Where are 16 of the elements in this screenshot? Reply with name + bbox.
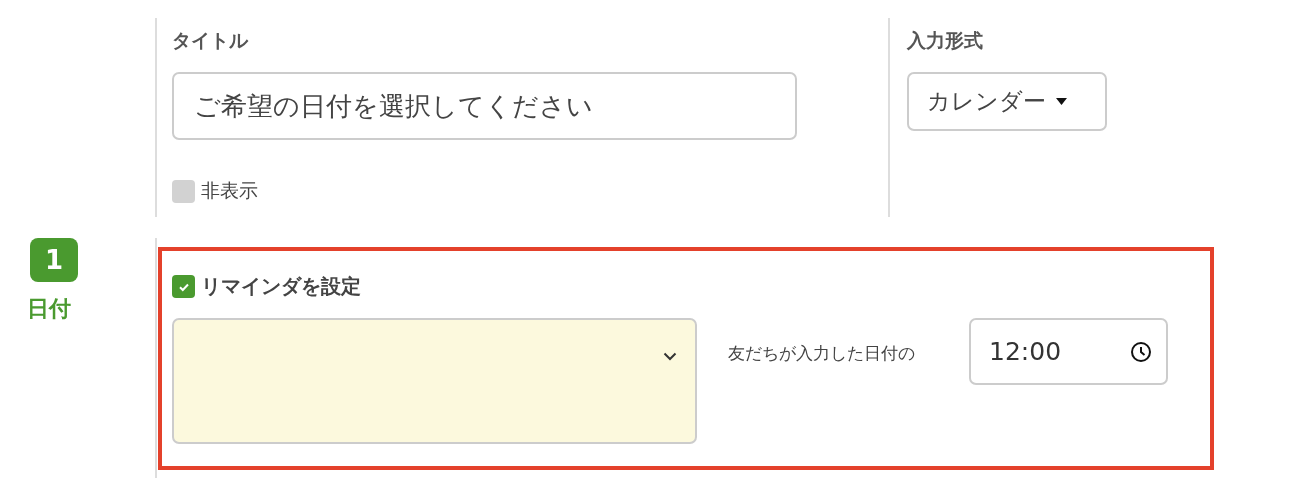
step-label: 日付 bbox=[27, 295, 71, 323]
field-label: タイトル bbox=[172, 28, 249, 52]
clock-icon bbox=[1130, 340, 1152, 363]
format-dropdown[interactable]: カレンダー bbox=[907, 72, 1107, 131]
checkbox-label: リマインダを設定 bbox=[201, 273, 361, 300]
checkbox[interactable] bbox=[172, 179, 195, 203]
checkbox-label: 非表示 bbox=[201, 178, 258, 203]
step-badge: 1 bbox=[30, 238, 78, 282]
field-label: 入力形式 bbox=[907, 28, 984, 52]
caption-text: 友だちが入力した日付の bbox=[728, 342, 916, 365]
time-input[interactable]: 12:00 bbox=[969, 318, 1168, 385]
title-input[interactable]: ご希望の日付を選択してください bbox=[172, 72, 797, 140]
select-field[interactable] bbox=[172, 318, 697, 444]
chevron-icon bbox=[663, 352, 677, 361]
caret-icon bbox=[1056, 98, 1067, 105]
checkbox[interactable] bbox=[172, 275, 195, 298]
